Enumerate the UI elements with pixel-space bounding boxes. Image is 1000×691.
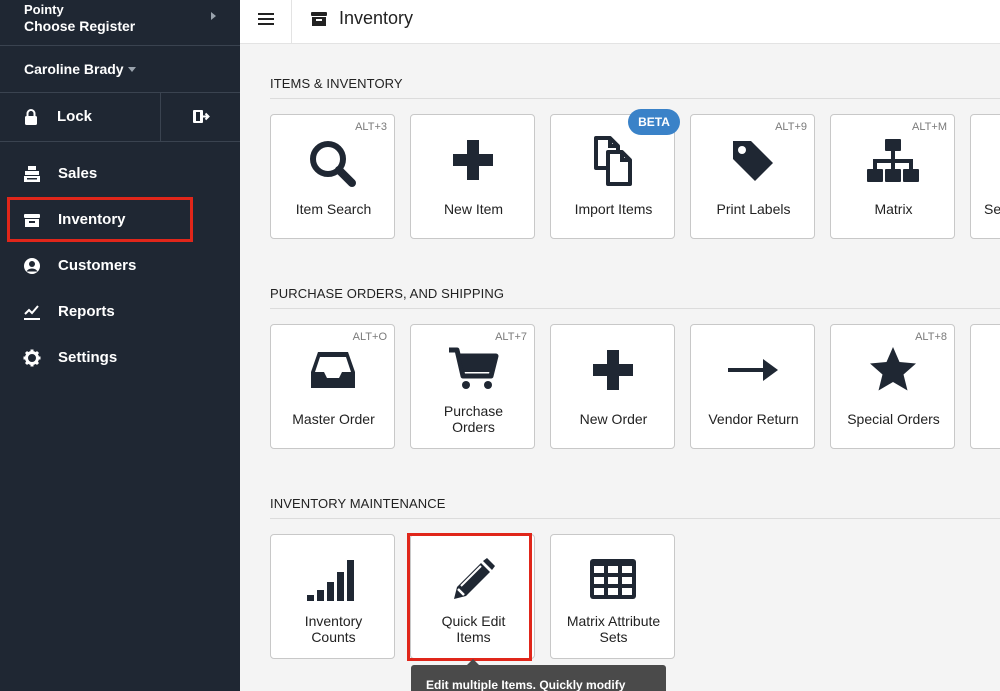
plus-icon xyxy=(551,349,674,391)
tile-label: Purchase Orders xyxy=(413,403,534,435)
tooltip: Edit multiple Items. Quickly modify xyxy=(411,665,666,691)
copy-documents-icon xyxy=(551,135,674,187)
store-selector[interactable]: Pointy Choose Register xyxy=(24,2,135,34)
highlight-box xyxy=(407,533,532,661)
divider xyxy=(0,45,240,46)
sidebar-item-reports[interactable]: Reports xyxy=(0,292,240,332)
tile-partial[interactable]: Se xyxy=(970,114,1000,239)
tile-label: Print Labels xyxy=(716,201,791,217)
sitemap-icon xyxy=(831,137,954,185)
shortcut-label: ALT+9 xyxy=(775,121,807,133)
tile-label: Inventory Counts xyxy=(273,613,394,645)
search-icon xyxy=(271,139,394,187)
tile-vendor-return[interactable]: Vendor Return xyxy=(690,324,815,449)
beta-badge: BETA xyxy=(628,109,680,135)
tile-label: Special Orders xyxy=(847,411,940,427)
sidebar-item-sales[interactable]: Sales xyxy=(0,154,240,194)
tile-new-order[interactable]: New Order xyxy=(550,324,675,449)
tile-matrix-attribute-sets[interactable]: Matrix Attribute Sets xyxy=(550,534,675,659)
user-menu[interactable]: Caroline Brady xyxy=(24,61,124,77)
sidebar-item-customers[interactable]: Customers xyxy=(0,246,240,286)
tile-special-orders[interactable]: ALT+8 Special Orders xyxy=(830,324,955,449)
tile-partial[interactable] xyxy=(970,324,1000,449)
section-divider xyxy=(270,98,1000,99)
tile-label-line: Orders xyxy=(452,419,495,435)
sidebar: Pointy Choose Register Caroline Brady Lo… xyxy=(0,0,240,691)
shopping-cart-icon xyxy=(411,347,534,391)
tag-icon xyxy=(691,137,814,185)
hamburger-icon xyxy=(258,12,274,31)
tile-label: Item Search xyxy=(295,201,372,217)
tile-matrix[interactable]: ALT+M Matrix xyxy=(830,114,955,239)
shortcut-label: ALT+M xyxy=(912,121,947,133)
page-title: Inventory xyxy=(339,8,414,28)
lock-icon xyxy=(24,109,38,130)
tile-label-line: Inventory xyxy=(304,613,363,629)
arrow-right-icon xyxy=(691,357,814,383)
sidebar-item-label: Customers xyxy=(58,257,137,274)
shortcut-label: ALT+3 xyxy=(355,121,387,133)
line-chart-icon xyxy=(23,303,41,321)
lock-row: Lock xyxy=(0,93,240,141)
tile-item-search[interactable]: ALT+3 Item Search xyxy=(270,114,395,239)
tile-label-line: Counts xyxy=(311,629,356,645)
sidebar-item-label: Settings xyxy=(58,349,118,366)
star-icon xyxy=(831,345,954,393)
section-title-items: ITEMS & INVENTORY xyxy=(270,76,403,91)
tile-label: Se xyxy=(984,201,1000,217)
tile-inventory-counts[interactable]: Inventory Counts xyxy=(270,534,395,659)
logout-icon xyxy=(192,109,210,129)
lock-label: Lock xyxy=(57,108,93,125)
tile-label: New Order xyxy=(579,411,648,427)
gear-icon xyxy=(23,349,41,367)
user-circle-icon xyxy=(23,257,41,275)
chevron-right-icon[interactable] xyxy=(211,12,216,20)
tile-label-line: Sets xyxy=(599,629,628,645)
top-header: Inventory xyxy=(240,0,1000,44)
register-label: Choose Register xyxy=(24,18,136,34)
tile-label: New Item xyxy=(443,201,504,217)
register-icon xyxy=(23,165,41,183)
store-name: Pointy xyxy=(24,2,64,17)
lock-button[interactable]: Lock xyxy=(0,93,160,141)
shortcut-label: ALT+7 xyxy=(495,331,527,343)
tile-print-labels[interactable]: ALT+9 Print Labels xyxy=(690,114,815,239)
section-title-maintenance: INVENTORY MAINTENANCE xyxy=(270,496,446,511)
tile-purchase-orders[interactable]: ALT+7 Purchase Orders xyxy=(410,324,535,449)
signal-bars-icon xyxy=(271,557,394,603)
highlight-box xyxy=(7,197,193,242)
plus-icon xyxy=(411,139,534,181)
section-divider xyxy=(270,518,1000,519)
shortcut-label: ALT+8 xyxy=(915,331,947,343)
divider xyxy=(0,141,240,142)
tile-label: Import Items xyxy=(574,201,653,217)
section-divider xyxy=(270,308,1000,309)
menu-button[interactable] xyxy=(240,0,292,44)
tile-new-item[interactable]: New Item xyxy=(410,114,535,239)
tile-label: Matrix xyxy=(874,201,913,217)
shortcut-label: ALT+O xyxy=(352,331,387,343)
tile-label-line: Purchase xyxy=(443,403,504,419)
tile-label: Master Order xyxy=(292,411,375,427)
table-grid-icon xyxy=(551,557,674,601)
sidebar-item-settings[interactable]: Settings xyxy=(0,338,240,378)
inbox-tray-icon xyxy=(271,349,394,391)
caret-down-icon[interactable] xyxy=(128,67,136,72)
sidebar-item-label: Reports xyxy=(58,303,115,320)
tile-master-order[interactable]: ALT+O Master Order xyxy=(270,324,395,449)
sidebar-item-label: Sales xyxy=(58,165,98,182)
inventory-box-icon xyxy=(310,11,328,32)
tile-label: Vendor Return xyxy=(708,411,799,427)
logout-button[interactable] xyxy=(161,93,240,141)
section-title-purchase: PURCHASE ORDERS, AND SHIPPING xyxy=(270,286,505,301)
tile-label: Matrix Attribute Sets xyxy=(553,613,674,645)
tile-label-line: Matrix Attribute xyxy=(566,613,661,629)
